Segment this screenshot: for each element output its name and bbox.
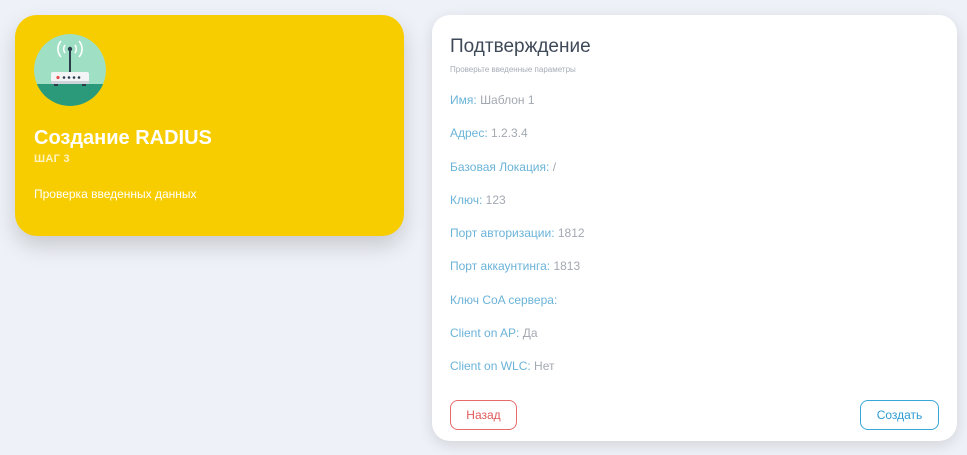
field-client-on-wlc: Client on WLC: Нет: [450, 359, 554, 373]
field-value: 1812: [557, 226, 585, 240]
field-value: /: [552, 160, 557, 174]
step-number: ШАГ 3: [34, 153, 70, 165]
step-description: Проверка введенных данных: [34, 187, 197, 201]
field-label: Ключ:: [450, 193, 483, 207]
field-auth-port: Порт авторизации: 1812: [450, 226, 585, 240]
field-accounting-port: Порт аккаунтинга: 1813: [450, 259, 580, 273]
field-value: Да: [522, 326, 538, 340]
confirmation-title: Подтверждение: [450, 36, 591, 57]
back-button[interactable]: Назад: [450, 400, 517, 430]
field-value: 1813: [553, 259, 581, 273]
confirmation-card: Подтверждение Проверьте введенные параме…: [432, 15, 957, 441]
step-card: Создание RADIUS ШАГ 3 Проверка введенных…: [15, 15, 404, 236]
field-value: 123: [485, 193, 506, 207]
radius-wizard: Создание RADIUS ШАГ 3 Проверка введенных…: [0, 0, 967, 455]
step-title: Создание RADIUS: [34, 127, 212, 149]
field-name: Имя: Шаблон 1: [450, 93, 535, 107]
field-label: Имя:: [450, 93, 477, 107]
field-label: Client on WLC:: [450, 359, 531, 373]
create-button[interactable]: Создать: [860, 400, 939, 430]
field-label: Ключ CoA сервера:: [450, 293, 558, 307]
field-value: Нет: [534, 359, 555, 373]
field-label: Порт аккаунтинга:: [450, 259, 551, 273]
wifi-router-icon: [34, 34, 106, 106]
field-value: 1.2.3.4: [491, 126, 528, 140]
field-label: Адрес:: [450, 126, 488, 140]
field-value: Шаблон 1: [480, 93, 535, 107]
field-coa-key: Ключ CoA сервера:: [450, 293, 557, 307]
field-client-on-ap: Client on AP: Да: [450, 326, 538, 340]
field-label: Базовая Локация:: [450, 160, 550, 174]
field-label: Client on AP:: [450, 326, 520, 340]
field-base-location: Базовая Локация: /: [450, 160, 556, 174]
field-address: Адрес: 1.2.3.4: [450, 126, 528, 140]
field-label: Порт авторизации:: [450, 226, 555, 240]
confirmation-subtitle: Проверьте введенные параметры: [450, 65, 576, 74]
field-key: Ключ: 123: [450, 193, 506, 207]
